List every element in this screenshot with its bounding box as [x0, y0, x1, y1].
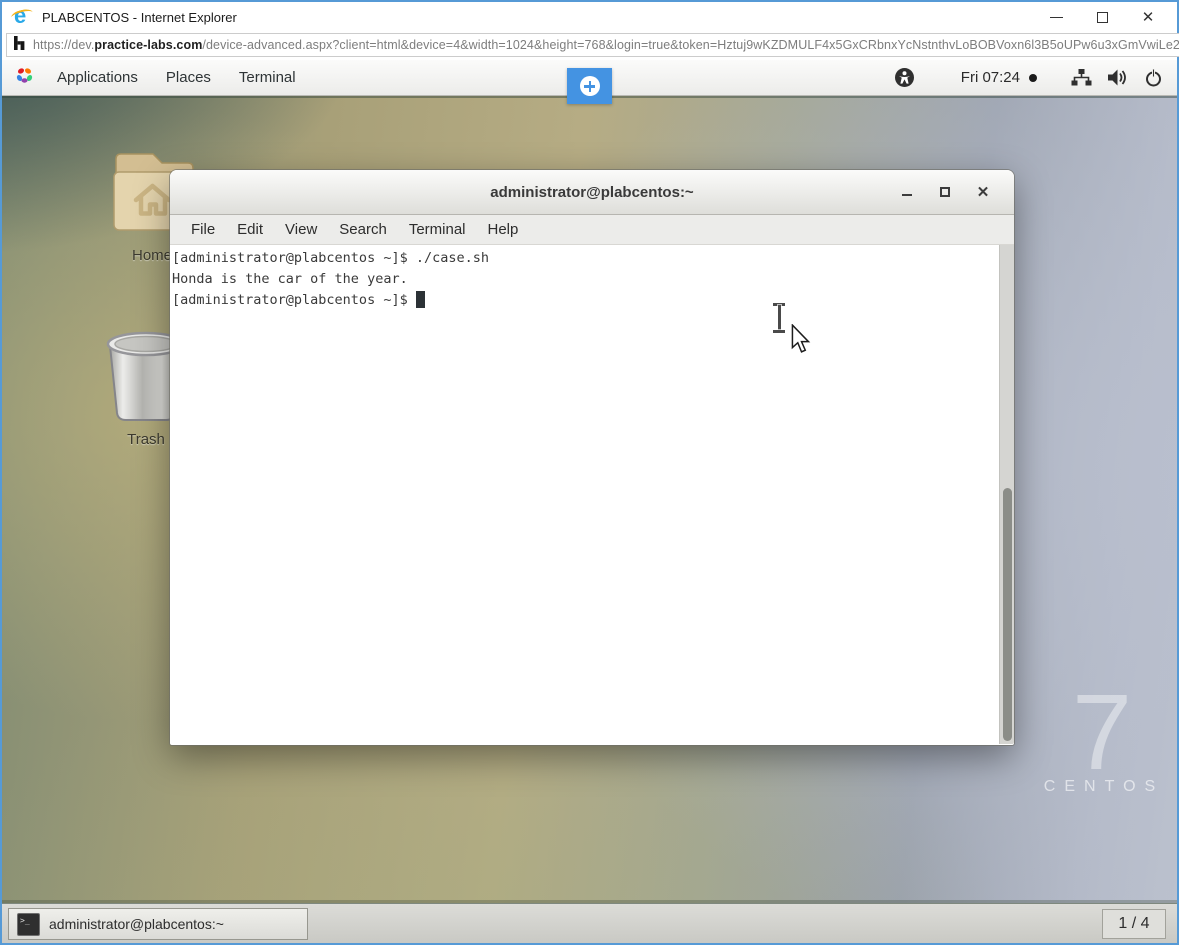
terminal-menubar: File Edit View Search Terminal Help [170, 215, 1014, 245]
overlay-plus-button[interactable] [567, 68, 612, 104]
mouse-pointer-icon [790, 323, 812, 359]
close-button[interactable]: ✕ [1125, 4, 1171, 30]
window-title: PLABCENTOS - Internet Explorer [42, 9, 237, 25]
internet-explorer-icon: e [10, 3, 34, 28]
terminal-window-controls: ✕ [888, 170, 1002, 214]
terminal-maximize-button[interactable] [926, 170, 964, 214]
taskbar-item-terminal[interactable]: >_ administrator@plabcentos:~ [8, 908, 308, 940]
terminal-line: Honda is the car of the year. [172, 271, 408, 287]
notification-dot-icon [1029, 73, 1037, 82]
terminal-line: [administrator@plabcentos ~]$ [172, 292, 416, 308]
url-path: /device-advanced.aspx?client=html&device… [202, 38, 1179, 52]
menu-terminal[interactable]: Terminal [225, 60, 310, 95]
menu-places[interactable]: Places [152, 60, 225, 95]
minimize-button[interactable] [1033, 4, 1079, 30]
address-bar[interactable]: https://dev.practice-labs.com/device-adv… [6, 33, 1179, 57]
terminal-line: [administrator@plabcentos ~]$ ./case.sh [172, 250, 489, 266]
practice-labs-favicon [14, 35, 26, 55]
ibeam-cursor-icon [771, 303, 787, 333]
terminal-title: administrator@plabcentos:~ [490, 183, 694, 201]
menu-applications[interactable]: Applications [43, 60, 152, 95]
maximize-button[interactable] [1079, 4, 1125, 30]
url-scheme: https://dev. [33, 38, 95, 52]
terminal-close-button[interactable]: ✕ [964, 170, 1002, 214]
terminal-text-cursor [415, 291, 425, 308]
ie-urlbar: https://dev.practice-labs.com/device-adv… [2, 32, 1179, 60]
power-icon[interactable] [1137, 60, 1162, 95]
workspace-switcher[interactable]: 1 / 4 [1102, 909, 1166, 939]
applications-menu-icon [15, 66, 34, 90]
terminal-menu-terminal[interactable]: Terminal [398, 215, 477, 244]
network-icon[interactable] [1063, 60, 1100, 95]
terminal-prompt-line: [administrator@plabcentos ~]$ [172, 290, 1014, 311]
close-icon: ✕ [976, 183, 990, 201]
terminal-output[interactable]: [administrator@plabcentos ~]$ ./case.sh … [170, 245, 1014, 744]
minimize-icon [902, 194, 912, 196]
panel-left: Applications Places Terminal [2, 60, 310, 95]
terminal-minimize-button[interactable] [888, 170, 926, 214]
ie-window-controls: ✕ [1033, 4, 1171, 30]
plus-icon [579, 76, 600, 96]
ie-titlebar[interactable]: e PLABCENTOS - Internet Explorer ✕ [2, 2, 1177, 32]
terminal-menu-view[interactable]: View [274, 215, 328, 244]
terminal-scrollbar[interactable] [999, 245, 1014, 744]
centos-text-watermark: CENTOS [1043, 778, 1165, 795]
panel-right: Fri 07:24 [894, 60, 1177, 95]
terminal-window: administrator@plabcentos:~ ✕ File Edit V… [170, 170, 1014, 745]
url-text: https://dev.practice-labs.com/device-adv… [33, 38, 1179, 52]
ie-window: e PLABCENTOS - Internet Explorer ✕ https… [0, 0, 1179, 945]
clock[interactable]: Fri 07:24 [961, 69, 1020, 86]
taskbar-item-label: administrator@plabcentos:~ [49, 916, 224, 932]
terminal-menu-help[interactable]: Help [477, 215, 530, 244]
scrollbar-thumb[interactable] [1003, 488, 1012, 741]
terminal-app-icon: >_ [17, 912, 40, 936]
remote-desktop[interactable]: Applications Places Terminal Fri 07:24 H… [2, 60, 1177, 943]
close-icon: ✕ [1141, 8, 1155, 26]
minimize-icon [1049, 16, 1063, 18]
maximize-icon [1096, 11, 1108, 23]
terminal-menu-search[interactable]: Search [328, 215, 398, 244]
centos-7-watermark: 7 [1071, 671, 1133, 792]
terminal-menu-file[interactable]: File [180, 215, 226, 244]
url-domain: practice-labs.com [94, 38, 203, 52]
terminal-menu-edit[interactable]: Edit [226, 215, 274, 244]
taskbar: >_ administrator@plabcentos:~ 1 / 4 [2, 903, 1177, 943]
volume-icon[interactable] [1100, 60, 1137, 95]
accessibility-icon[interactable] [894, 67, 915, 88]
maximize-icon [940, 187, 950, 197]
terminal-titlebar[interactable]: administrator@plabcentos:~ ✕ [170, 170, 1014, 215]
